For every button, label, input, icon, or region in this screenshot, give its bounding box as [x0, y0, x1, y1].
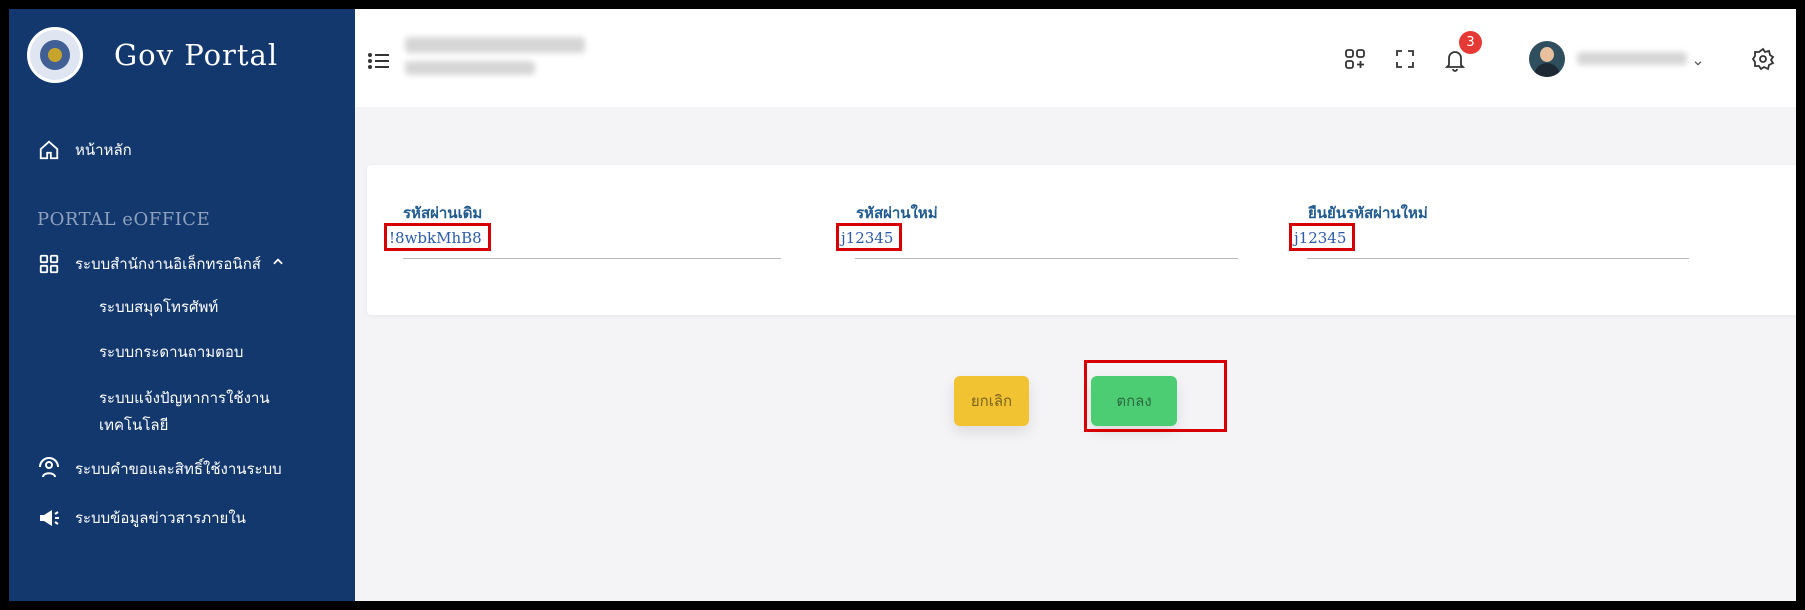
chevron-up-icon	[271, 255, 285, 273]
home-icon	[35, 139, 63, 161]
sidebar: Gov Portal หน้าหลัก PORTAL eOFFICE ระบบส…	[9, 9, 355, 601]
sidebar-subitem-it-issue-report[interactable]: ระบบแจ้งปัญหาการใช้งาน เทคโนโลยี	[99, 385, 279, 439]
chevron-down-icon[interactable]	[1693, 53, 1703, 72]
confirm-password-field[interactable]: j12345	[1289, 223, 1356, 251]
apps-add-icon[interactable]	[1343, 47, 1367, 75]
sidebar-group-eoffice[interactable]: ระบบสำนักงานอิเล็กทรอนิกส์	[35, 252, 285, 276]
top-header: 3	[355, 9, 1796, 107]
confirm-password-underline	[1307, 258, 1689, 259]
sidebar-subitem-phonebook[interactable]: ระบบสมุดโทรศัพท์	[99, 294, 218, 321]
cancel-button[interactable]: ยกเลิก	[954, 376, 1029, 426]
new-password-underline	[855, 258, 1238, 259]
old-password-field[interactable]: !8wbkMhB8	[384, 223, 491, 251]
app-window: Gov Portal หน้าหลัก PORTAL eOFFICE ระบบส…	[9, 9, 1796, 601]
sidebar-group-label: ระบบสำนักงานอิเล็กทรอนิกส์	[75, 255, 261, 273]
blurred-page-subtitle	[405, 61, 535, 75]
list-icon[interactable]	[367, 51, 391, 75]
megaphone-icon	[35, 506, 63, 530]
apps-icon	[35, 253, 63, 275]
settings-icon[interactable]	[1751, 47, 1775, 75]
sidebar-subitem-qa-board[interactable]: ระบบกระดานถามตอบ	[99, 339, 243, 366]
ok-button-highlight-box	[1084, 360, 1227, 432]
confirm-password-label: ยืนยันรหัสผ่านใหม่	[1308, 204, 1428, 222]
old-password-label: รหัสผ่านเดิม	[403, 204, 483, 222]
sidebar-item-label: ระบบข้อมูลข่าวสารภายใน	[75, 509, 246, 527]
new-password-field[interactable]: j12345	[836, 223, 903, 251]
blurred-username[interactable]	[1577, 52, 1687, 65]
old-password-underline	[403, 258, 781, 259]
avatar[interactable]	[1529, 41, 1565, 77]
sidebar-item-home[interactable]: หน้าหลัก	[35, 138, 132, 162]
sidebar-item-internal-news[interactable]: ระบบข้อมูลข่าวสารภายใน	[35, 506, 246, 530]
section-label: PORTAL eOFFICE	[37, 209, 211, 230]
sidebar-item-permission-request[interactable]: ระบบคำขอและสิทธิ์ใช้งานระบบ	[35, 457, 282, 481]
sidebar-item-label: หน้าหลัก	[75, 141, 132, 159]
government-seal-logo	[27, 27, 83, 83]
fullscreen-icon[interactable]	[1393, 47, 1417, 75]
blurred-page-title	[405, 37, 585, 53]
new-password-label: รหัสผ่านใหม่	[856, 204, 938, 222]
change-password-card: รหัสผ่านเดิม !8wbkMhB8 รหัสผ่านใหม่ j123…	[367, 165, 1796, 315]
brand: Gov Portal	[9, 9, 355, 109]
notification-badge: 3	[1459, 31, 1482, 54]
sidebar-item-label: ระบบคำขอและสิทธิ์ใช้งานระบบ	[75, 460, 282, 478]
app-title: Gov Portal	[114, 38, 279, 72]
support-icon	[35, 457, 63, 481]
